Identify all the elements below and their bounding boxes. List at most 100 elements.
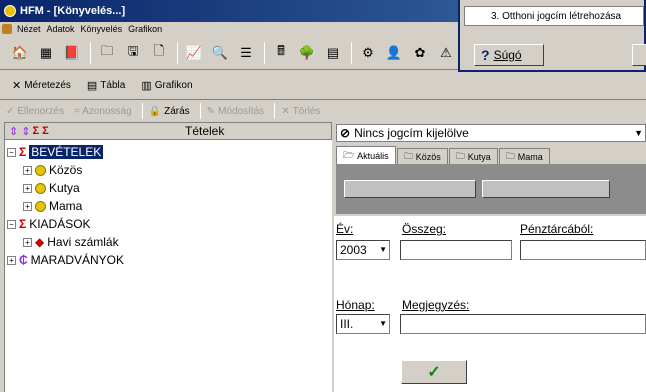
- coin-icon: [35, 164, 46, 176]
- tab-kutya[interactable]: 🗀 Kutya: [448, 148, 498, 164]
- toolbar-separator: [177, 41, 178, 64]
- table-icon[interactable]: ▤: [321, 41, 345, 65]
- tree-node-kiadasok[interactable]: − Σ KIADÁSOK: [7, 216, 91, 232]
- coin-icon: [35, 200, 46, 212]
- menu-item-grafikon[interactable]: Grafikon: [125, 24, 165, 34]
- tree-header: ⇕ ⇕ Σ Σ Tételek: [4, 122, 332, 140]
- calculator-icon[interactable]: 🖩: [269, 41, 293, 65]
- expand-icon[interactable]: +: [23, 183, 32, 193]
- chart-icon[interactable]: 📈: [182, 41, 206, 65]
- help-button[interactable]: ? Súgó: [474, 44, 544, 66]
- toolbar-separator: [264, 41, 265, 64]
- summary-panel: [336, 164, 646, 214]
- tree-node-kozos[interactable]: + Közös: [23, 162, 82, 178]
- note-label: Megjegyzés:: [402, 298, 470, 312]
- category-selector[interactable]: ⊘ Nincs jogcím kijelölve ▼: [336, 124, 646, 142]
- expand-icon[interactable]: +: [23, 165, 32, 175]
- document-icon[interactable]: 🗋: [147, 41, 171, 65]
- identity-button[interactable]: = Azonosság: [74, 106, 132, 117]
- toolbar-separator: [90, 41, 91, 64]
- menu-item-konyveles[interactable]: Könyvelés: [78, 24, 126, 34]
- sigma-icon: Σ: [19, 217, 27, 231]
- expand-icon[interactable]: +: [7, 255, 16, 265]
- menu-item-adatok[interactable]: Adatok: [44, 24, 78, 34]
- year-select[interactable]: 2003 ▼: [336, 240, 390, 260]
- popup-next-button[interactable]: [632, 44, 646, 66]
- amount-input[interactable]: [400, 240, 512, 260]
- tree-node-bevetelek[interactable]: − Σ BEVÉTELEK: [7, 144, 104, 160]
- warning-icon[interactable]: ⚠: [434, 41, 458, 65]
- grid-icon[interactable]: ▦: [34, 41, 58, 65]
- save-icon[interactable]: 🖫: [121, 41, 145, 65]
- wizard-option[interactable]: 3. Otthoni jogcím létrehozása: [464, 6, 644, 26]
- expand-icon[interactable]: +: [23, 237, 32, 247]
- tab-aktualis[interactable]: 🗁 Aktuális: [336, 146, 396, 164]
- month-select[interactable]: III. ▼: [336, 314, 390, 334]
- tab-mama[interactable]: 🗀 Mama: [498, 148, 550, 164]
- folder-icon[interactable]: 🗀: [95, 41, 119, 65]
- tree-node-havi-szamlak[interactable]: + ◆ Havi számlák: [23, 234, 119, 250]
- search-icon[interactable]: 🔍: [208, 41, 232, 65]
- note-input[interactable]: [400, 314, 646, 334]
- tree-label: KIADÁSOK: [29, 217, 91, 231]
- menu-app-icon: [2, 24, 12, 34]
- chevron-down-icon[interactable]: ▼: [379, 319, 387, 328]
- sigma-icon: Σ Σ: [32, 125, 49, 137]
- wallet-icon: ◆: [35, 235, 45, 249]
- check-button[interactable]: ✓ Ellenorzés: [6, 106, 64, 117]
- app-window: HFM - [Könyvelés...] Nézet Adatok Könyve…: [0, 0, 646, 392]
- view-tab-bar: ✕ Méretezés ▤ Tábla ▥ Grafikon: [0, 72, 646, 100]
- collapse-icon[interactable]: −: [7, 219, 16, 229]
- action-separator: [141, 103, 143, 119]
- toolbar-separator: [351, 41, 352, 64]
- collapse-icon[interactable]: −: [7, 147, 16, 157]
- tree-node-kutya[interactable]: + Kutya: [23, 180, 80, 196]
- tab-label: Tábla: [100, 80, 126, 91]
- tree-label: MARADVÁNYOK: [30, 253, 125, 267]
- user-icon[interactable]: 👤: [382, 41, 406, 65]
- action-separator: [199, 103, 201, 119]
- tree-label: BEVÉTELEK: [29, 145, 104, 159]
- tree-label: Mama: [49, 199, 83, 213]
- folder-icon: 🗀: [403, 150, 413, 161]
- tab-tabla[interactable]: ▤ Tábla: [79, 75, 133, 97]
- menu-item-nezet[interactable]: Nézet: [14, 24, 44, 34]
- folder-icon: 🗀: [455, 150, 465, 161]
- tab-label: Grafikon: [154, 80, 193, 91]
- tab-label: Méretezés: [24, 80, 71, 91]
- sizing-icon: ✕: [12, 80, 22, 92]
- detail-panel: ⊘ Nincs jogcím kijelölve ▼ 🗁 Aktuális 🗀 Kö…: [334, 122, 646, 392]
- entry-form: Év: Összeg: Pénztárcából: 2003 ▼ Hónap: …: [334, 216, 646, 392]
- tab-kozos[interactable]: 🗀 Közös: [396, 148, 448, 164]
- flower-icon[interactable]: ✿: [408, 41, 432, 65]
- lock-icon: 🔒: [148, 105, 162, 117]
- tools-icon[interactable]: ⚙: [356, 41, 380, 65]
- no-entry-icon: ⊘: [340, 126, 351, 140]
- close-period-button[interactable]: 🔒 Zárás: [149, 106, 190, 117]
- wallet-input[interactable]: [520, 240, 646, 260]
- ok-button[interactable]: ✓: [401, 360, 467, 384]
- chevron-down-icon[interactable]: ▼: [379, 245, 387, 254]
- tree-node-maradvanyok[interactable]: + ₵ MARADVÁNYOK: [7, 252, 124, 268]
- wizard-popup: 3. Otthoni jogcím létrehozása ? Súgó: [458, 0, 646, 72]
- modify-button[interactable]: ✎ Módosítás: [207, 106, 265, 117]
- tree-icon[interactable]: 🌳: [295, 41, 319, 65]
- book-icon[interactable]: 📕: [60, 41, 84, 65]
- year-label: Év:: [336, 222, 354, 236]
- tab-grafikon[interactable]: ▥ Grafikon: [133, 75, 200, 97]
- action-bar: ✓ Ellenorzés = Azonosság 🔒 Zárás ✎ Módosítá…: [0, 101, 646, 121]
- tab-meretezes[interactable]: ✕ Méretezés: [4, 75, 79, 97]
- wallet-label: Pénztárcából:: [520, 222, 594, 236]
- tree-label: Havi számlák: [47, 235, 119, 249]
- home-icon[interactable]: 🏠: [8, 41, 32, 65]
- sort-icon[interactable]: ⇕ ⇕: [9, 125, 31, 138]
- list-icon[interactable]: ☰: [234, 41, 258, 65]
- help-icon: ?: [481, 47, 490, 63]
- tree-label: Kutya: [49, 181, 80, 195]
- delete-button[interactable]: ✕ Törlés: [281, 106, 320, 117]
- expand-icon[interactable]: +: [23, 201, 32, 211]
- check-icon: ✓: [6, 105, 15, 117]
- balance-icon: ₵: [19, 253, 28, 267]
- chevron-down-icon[interactable]: ▼: [634, 128, 643, 138]
- tree-node-mama[interactable]: + Mama: [23, 198, 82, 214]
